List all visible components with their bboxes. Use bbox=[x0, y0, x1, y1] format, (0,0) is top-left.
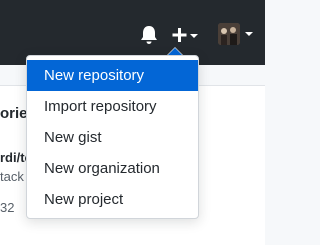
repo-stat: 32 bbox=[0, 200, 15, 215]
menu-item-import-repository[interactable]: Import repository bbox=[27, 91, 198, 122]
menu-item-new-repository[interactable]: New repository bbox=[27, 60, 198, 91]
page: orie rdi/to tack 32 New repository Impor… bbox=[0, 0, 265, 245]
plus-icon bbox=[172, 28, 187, 42]
menu-item-new-gist[interactable]: New gist bbox=[27, 122, 198, 153]
profile-menu-button[interactable] bbox=[218, 23, 265, 47]
create-new-button[interactable] bbox=[171, 25, 201, 45]
section-heading: orie bbox=[0, 105, 28, 122]
create-new-dropdown: New repository Import repository New gis… bbox=[26, 55, 199, 219]
menu-item-new-project[interactable]: New project bbox=[27, 184, 198, 215]
chevron-down-icon bbox=[245, 32, 253, 36]
bell-icon[interactable] bbox=[139, 24, 159, 46]
menu-item-new-organization[interactable]: New organization bbox=[27, 153, 198, 184]
avatar bbox=[218, 23, 240, 45]
repo-description: tack bbox=[0, 169, 24, 184]
chevron-down-icon bbox=[190, 34, 198, 38]
